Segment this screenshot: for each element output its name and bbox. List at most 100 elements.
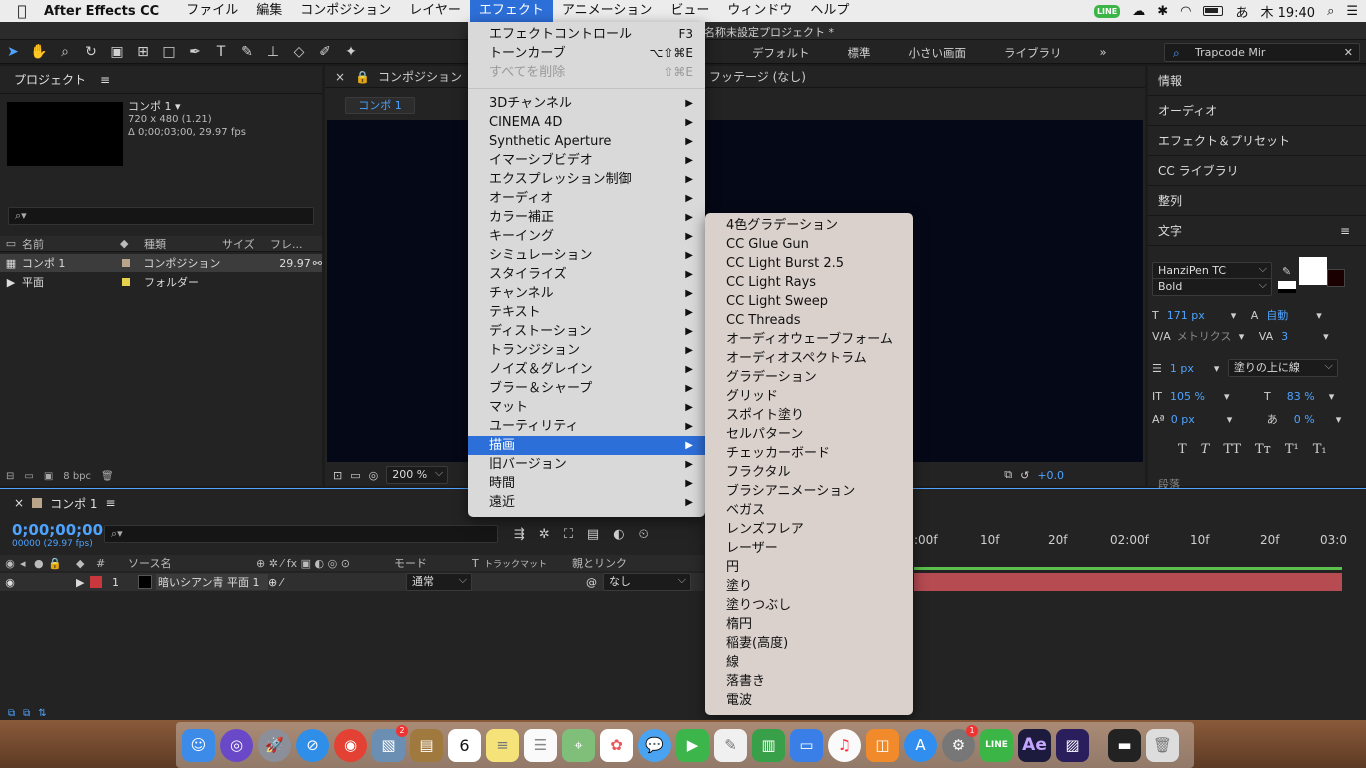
comp-navigator-chip[interactable]: コンポ 1	[345, 97, 415, 114]
comp-info-name[interactable]: コンポ 1 ▾	[128, 100, 246, 113]
submenu-item-fractal[interactable]: フラクタル	[705, 463, 913, 482]
menu-item-stylize[interactable]: スタイライズ ▶	[468, 265, 705, 284]
tag-column-icon[interactable]: ◆	[120, 237, 144, 250]
pages-icon[interactable]: ✎	[714, 728, 747, 762]
transfer-controls-toggle-icon[interactable]: ⧉	[23, 708, 30, 719]
bluetooth-icon[interactable]: ✱	[1157, 4, 1168, 19]
layer-label-swatch[interactable]	[90, 576, 102, 588]
all-caps-button[interactable]: TT	[1223, 442, 1241, 457]
panel-effects-presets[interactable]: エフェクト＆プリセット	[1148, 126, 1366, 156]
panel-menu-icon[interactable]: ≡	[100, 73, 110, 87]
trash-icon[interactable]: 🗑	[1146, 728, 1179, 762]
baseline-shift-value[interactable]: 0 px	[1171, 413, 1227, 426]
submenu-item-checkerboard[interactable]: チェッカーボード	[705, 444, 913, 463]
submenu-item-cc-threads[interactable]: CC Threads	[705, 311, 913, 330]
maps-icon[interactable]: ⌖	[562, 728, 595, 762]
column-name[interactable]: 名前	[22, 236, 120, 252]
interpret-footage-icon[interactable]: ⊟	[6, 471, 14, 482]
layer-switches-icon[interactable]: ⊕ ✲ ⁄ fx ▣ ◐ ◎ ⊙	[256, 557, 394, 570]
dropdown-arrow-icon[interactable]: ▾	[1227, 413, 1267, 426]
submenu-item-cell-pattern[interactable]: セルパターン	[705, 425, 913, 444]
zoom-dropdown[interactable]: 200 %	[386, 465, 449, 484]
menu-help[interactable]: ヘルプ	[801, 0, 858, 22]
exposure-value[interactable]: +0.0	[1037, 469, 1064, 482]
new-folder-icon[interactable]: ▭	[24, 471, 33, 482]
submenu-item-ellipse[interactable]: 楕円	[705, 615, 913, 634]
dropdown-arrow-icon[interactable]: ▾	[1224, 390, 1264, 403]
panel-cc-libraries[interactable]: CC ライブラリ	[1148, 156, 1366, 186]
dropdown-arrow-icon[interactable]: ▾	[1329, 390, 1335, 403]
apple-menu-icon[interactable]: 	[0, 2, 44, 20]
safari-icon[interactable]: ⊘	[296, 728, 329, 762]
panel-menu-icon[interactable]: ≡	[106, 496, 116, 510]
video-toggle-icon[interactable]: ◉	[0, 557, 20, 570]
menu-item-transition[interactable]: トランジション ▶	[468, 341, 705, 360]
zoom-tool-icon[interactable]: ⌕	[52, 41, 78, 63]
faux-italic-button[interactable]: T	[1201, 442, 1210, 457]
type-tool-icon[interactable]: T	[208, 41, 234, 63]
vertical-scale-value[interactable]: 105 %	[1170, 390, 1224, 403]
kerning-value[interactable]: メトリクス	[1177, 328, 1239, 344]
faux-bold-button[interactable]: T	[1178, 442, 1187, 457]
brush-tool-icon[interactable]: ✎	[234, 41, 260, 63]
3d-view-icon[interactable]: ⧉	[1004, 468, 1012, 482]
app-name-menu[interactable]: After Effects CC	[44, 4, 159, 19]
label-swatch[interactable]	[122, 277, 130, 286]
workspace-default[interactable]: デフォルト	[752, 45, 810, 61]
menu-item-distortion[interactable]: ディストーション ▶	[468, 322, 705, 341]
timeline-search-input[interactable]: ⌕▾	[104, 525, 498, 543]
menu-item-text[interactable]: テキスト ▶	[468, 303, 705, 322]
submenu-item-scribble[interactable]: 落書き	[705, 672, 913, 691]
frame-blending-icon[interactable]: ▤	[587, 527, 599, 542]
new-comp-icon[interactable]: ▣	[44, 471, 53, 482]
timeline-comp-tab[interactable]: コンポ 1	[50, 495, 97, 512]
submenu-item-cc-light-sweep[interactable]: CC Light Sweep	[705, 292, 913, 311]
clear-search-icon[interactable]: ✕	[1344, 44, 1353, 61]
column-preserve-transparency[interactable]: T	[472, 557, 484, 570]
clock[interactable]: 木 19:40	[1260, 2, 1315, 21]
menu-layer[interactable]: レイヤー	[400, 0, 470, 22]
font-size-value[interactable]: 171 px	[1167, 309, 1231, 322]
stroke-mode-dropdown[interactable]: 塗りの上に線	[1227, 358, 1338, 377]
reminders-icon[interactable]: ☰	[524, 728, 557, 762]
menu-item-matte[interactable]: マット ▶	[468, 398, 705, 417]
battery-icon[interactable]	[1203, 6, 1224, 16]
menu-item-cinema-4d[interactable]: CINEMA 4D ▶	[468, 113, 705, 132]
system-preferences-icon[interactable]: ⚙ 1	[942, 724, 978, 762]
pick-whip-icon[interactable]: @	[586, 576, 597, 589]
selection-tool-icon[interactable]: ➤	[0, 41, 26, 63]
layer-switches[interactable]: ⊕ ⁄	[268, 576, 406, 589]
fill-color-swatch[interactable]	[1299, 257, 1328, 285]
trash-icon[interactable]: 🗑	[101, 471, 114, 482]
submenu-item-cc-glue-gun[interactable]: CC Glue Gun	[705, 235, 913, 254]
submenu-item-circle[interactable]: 円	[705, 558, 913, 577]
eyedropper-icon[interactable]: ✎	[1282, 265, 1291, 278]
submenu-item-write-on[interactable]: ブラシアニメーション	[705, 482, 913, 501]
launchpad-icon[interactable]: 🚀	[258, 728, 291, 762]
menu-item-immersive-video[interactable]: イマーシブビデオ ▶	[468, 151, 705, 170]
tsume-value[interactable]: 0 %	[1294, 413, 1336, 426]
after-effects-icon[interactable]: Ae	[1018, 728, 1051, 762]
bit-depth-button[interactable]: 8 bpc	[63, 471, 91, 482]
keynote-icon[interactable]: ▭	[790, 728, 823, 762]
notification-center-icon[interactable]: ☰	[1346, 4, 1358, 19]
submenu-item-4-color-gradient[interactable]: 4色グラデーション	[705, 216, 913, 235]
dropdown-arrow-icon[interactable]: ▾	[1214, 362, 1228, 375]
current-time-display[interactable]: 0;00;00;00	[12, 521, 103, 539]
column-frame-rate[interactable]: フレ...	[270, 236, 310, 252]
ibooks-icon[interactable]: ◫	[866, 728, 899, 762]
workspace-overflow-button[interactable]: »	[1100, 45, 1107, 61]
messages-icon[interactable]: 💬	[638, 728, 671, 762]
mask-visibility-icon[interactable]: ◎	[369, 469, 379, 482]
expand-arrow-icon[interactable]: ▶	[0, 276, 22, 289]
chrome-icon[interactable]: ◉	[334, 728, 367, 762]
solo-icon[interactable]: ●	[34, 557, 48, 570]
finder-icon[interactable]: ☺	[182, 728, 215, 762]
menu-item-blur-sharpen[interactable]: ブラー＆シャープ ▶	[468, 379, 705, 398]
graph-editor-icon[interactable]: ⏲	[639, 527, 649, 542]
shy-icon[interactable]: ⛶	[564, 527, 573, 542]
project-item-comp[interactable]: ▦ コンポ 1 コンポジション 29.97 ⚯	[0, 254, 322, 272]
input-method-indicator[interactable]: あ	[1235, 2, 1248, 21]
in-out-toggle-icon[interactable]: ⇅	[38, 708, 46, 719]
rectangle-tool-icon[interactable]: □	[156, 41, 182, 63]
